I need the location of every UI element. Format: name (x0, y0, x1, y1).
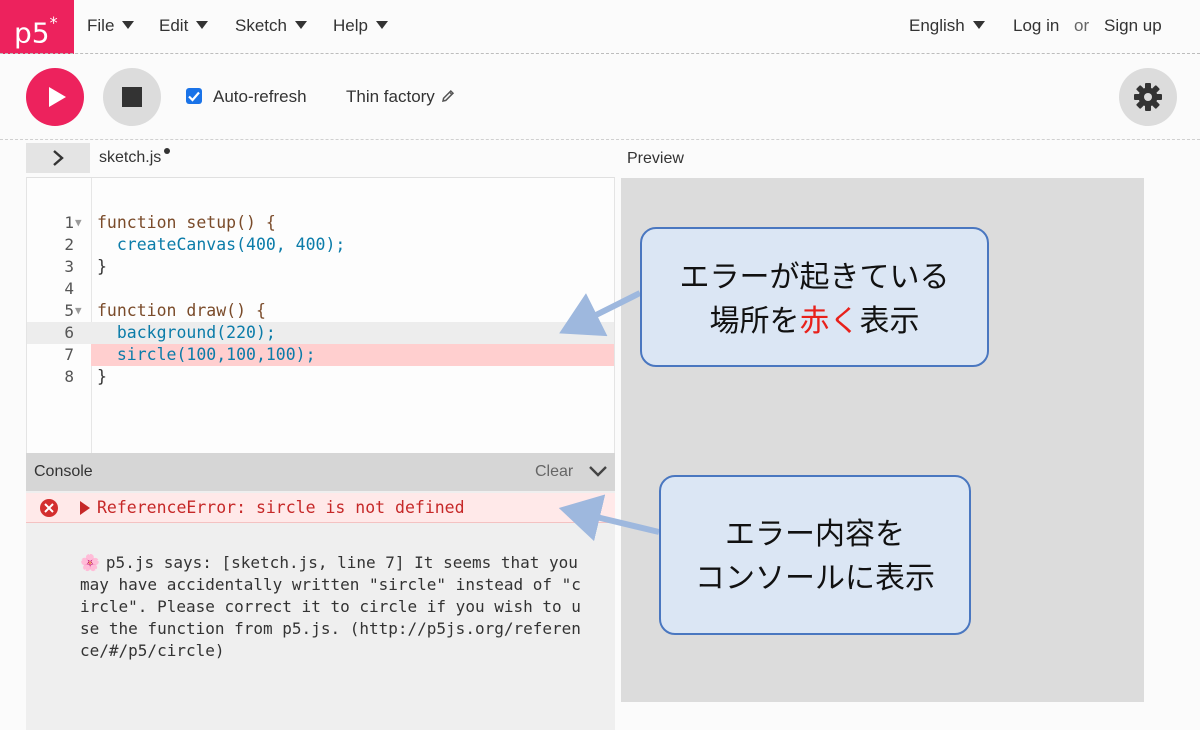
callout1-red-text: 赤く (799, 304, 860, 339)
callout-error-location: エラーが起きている 場所を赤く表示 (640, 227, 989, 367)
arrow-to-console (558, 494, 660, 542)
callout1-prefix: 場所を (709, 304, 800, 339)
callout-console: エラー内容を コンソールに表示 (659, 475, 971, 635)
callout1-line1: エラーが起きている (679, 260, 950, 295)
callout2-line2: コンソールに表示 (695, 561, 935, 596)
arrow-to-error-line (559, 290, 642, 337)
callout1-line2: 場所を赤く表示 (642, 300, 987, 344)
annotation-arrows (558, 290, 660, 542)
callout1-suffix: 表示 (859, 304, 920, 339)
callout2-line1: エラー内容を (725, 517, 905, 552)
